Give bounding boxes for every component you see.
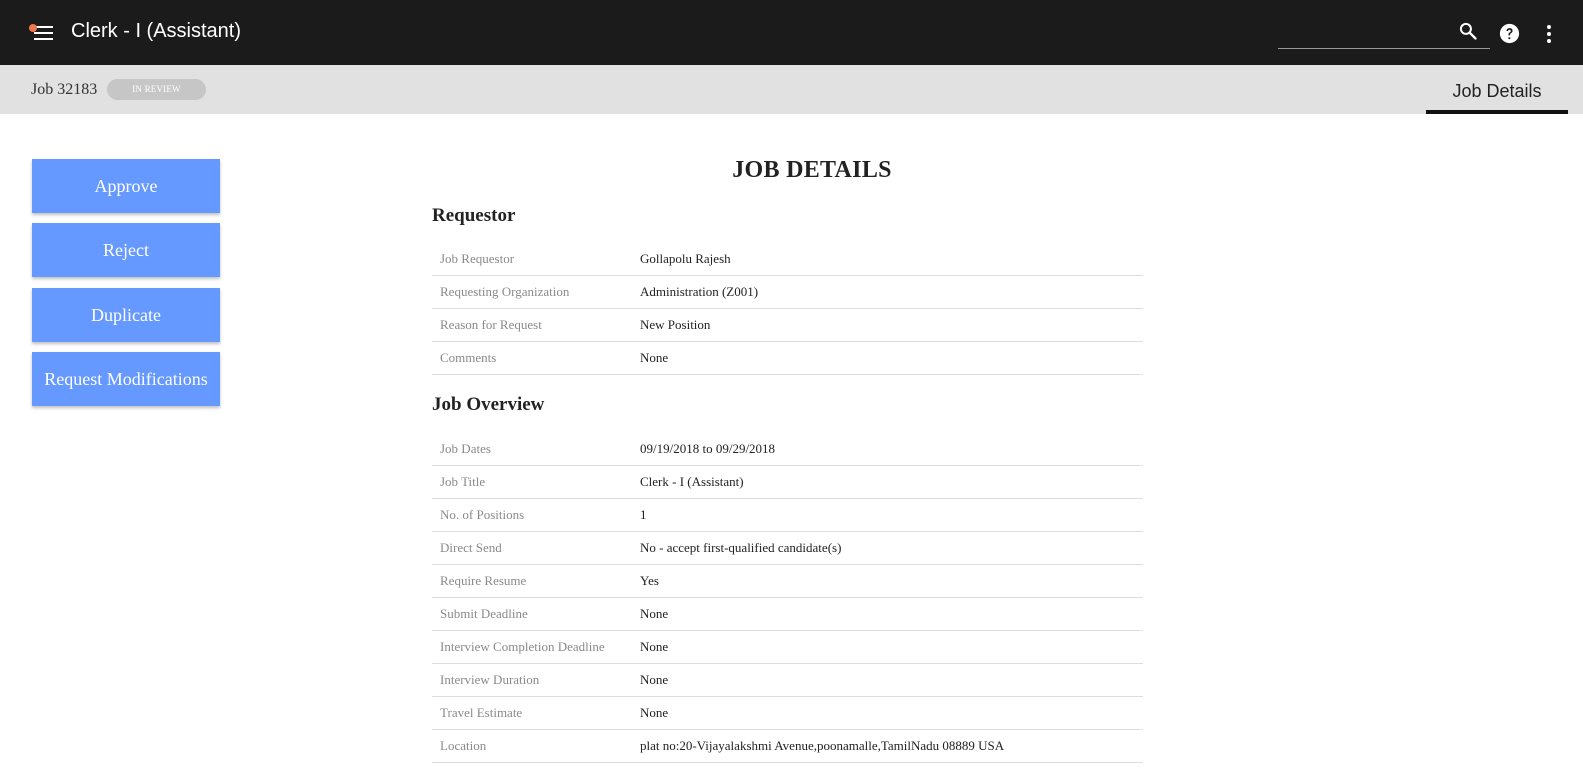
row-label: Interview Completion Deadline — [432, 630, 640, 664]
status-badge: IN REVIEW — [107, 79, 206, 100]
requestor-section-title: Requestor — [432, 205, 516, 226]
table-row: Job Dates 09/19/2018 to 09/29/2018 — [432, 433, 1143, 466]
duplicate-button[interactable]: Duplicate — [32, 288, 220, 342]
row-value: Yes — [640, 564, 1143, 598]
search-icon[interactable] — [1458, 21, 1478, 41]
row-value: None — [640, 663, 1143, 697]
reject-button[interactable]: Reject — [32, 223, 220, 277]
row-value: New Position — [640, 308, 1143, 342]
more-vert-icon[interactable] — [1545, 24, 1553, 44]
row-label: No. of Positions — [432, 498, 640, 532]
row-label: Job Requestor — [432, 243, 640, 276]
row-label: Travel Estimate — [432, 696, 640, 730]
row-label: Reason for Request — [432, 308, 640, 342]
table-row: Interview Completion Deadline None — [432, 630, 1143, 664]
row-value: None — [640, 597, 1143, 631]
table-row: Direct Send No - accept first-qualified … — [432, 531, 1143, 565]
help-icon[interactable] — [1499, 23, 1520, 44]
job-overview-section-title: Job Overview — [432, 394, 545, 415]
request-modifications-button[interactable]: Request Modifications — [32, 352, 220, 406]
row-value: None — [640, 696, 1143, 730]
row-label: Direct Send — [432, 531, 640, 565]
table-row: No. of Positions 1 — [432, 498, 1143, 532]
table-row: Reason for Request New Position — [432, 308, 1143, 342]
search-input[interactable] — [1278, 18, 1452, 48]
table-row: Job Title Clerk - I (Assistant) — [432, 465, 1143, 499]
row-value: None — [640, 630, 1143, 664]
table-row: Require Resume Yes — [432, 564, 1143, 598]
job-id: Job 32183 — [31, 81, 98, 98]
table-row: Travel Estimate None — [432, 696, 1143, 730]
row-label: Require Resume — [432, 564, 640, 598]
page-title: JOB DETAILS — [732, 157, 892, 183]
table-row: Comments None — [432, 341, 1143, 375]
app-bar: Clerk - I (Assistant) — [0, 0, 1583, 65]
row-label: Job Dates — [432, 433, 640, 466]
app-title: Clerk - I (Assistant) — [71, 20, 242, 42]
row-label: Requesting Organization — [432, 275, 640, 309]
row-value: 09/19/2018 to 09/29/2018 — [640, 433, 1143, 466]
row-label: Job Title — [432, 465, 640, 499]
requestor-table: Job Requestor Gollapolu Rajesh Requestin… — [432, 243, 1143, 375]
row-label: Comments — [432, 341, 640, 375]
row-label: Interview Duration — [432, 663, 640, 697]
row-value: None — [640, 341, 1143, 375]
sub-header: Job 32183 IN REVIEW Job Details — [0, 65, 1583, 114]
row-value: Administration (Z001) — [640, 275, 1143, 309]
row-value: Clerk - I (Assistant) — [640, 465, 1143, 499]
table-row: Requesting Organization Administration (… — [432, 275, 1143, 309]
row-value: 1 — [640, 498, 1143, 532]
notification-dot — [29, 24, 37, 32]
row-value: plat no:20-Vijayalakshmi Avenue,poonamal… — [640, 729, 1143, 763]
table-row: Interview Duration None — [432, 663, 1143, 697]
table-row: Job Requestor Gollapolu Rajesh — [432, 243, 1143, 276]
tab-job-details[interactable]: Job Details — [1426, 65, 1568, 114]
row-label: Location — [432, 729, 640, 763]
row-value: No - accept first-qualified candidate(s) — [640, 531, 1143, 565]
table-row: Location plat no:20-Vijayalakshmi Avenue… — [432, 729, 1143, 763]
table-row: Submit Deadline None — [432, 597, 1143, 631]
row-label: Submit Deadline — [432, 597, 640, 631]
job-overview-table: Job Dates 09/19/2018 to 09/29/2018 Job T… — [432, 433, 1143, 763]
approve-button[interactable]: Approve — [32, 159, 220, 213]
row-value: Gollapolu Rajesh — [640, 243, 1143, 276]
